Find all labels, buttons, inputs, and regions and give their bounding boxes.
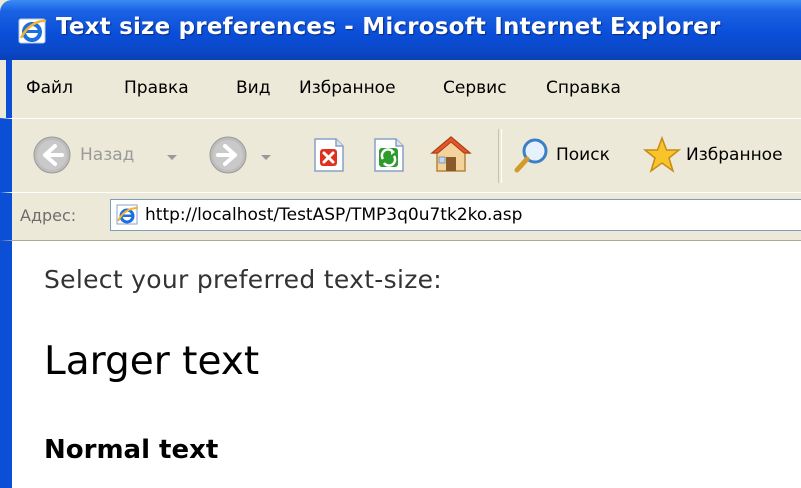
favorites-star-icon — [642, 135, 682, 173]
search-icon — [514, 138, 548, 173]
standard-toolbar: Назад Поиск Избранное — [0, 118, 801, 192]
forward-dropdown-icon[interactable] — [261, 155, 271, 160]
back-dropdown-icon[interactable] — [167, 155, 177, 160]
larger-text-link[interactable]: Larger text — [44, 339, 259, 384]
back-button[interactable]: Назад — [32, 133, 180, 177]
address-label: Адрес: — [20, 206, 77, 225]
menu-edit[interactable]: Правка — [124, 78, 189, 98]
menu-file[interactable]: Файл — [26, 78, 73, 98]
back-label: Назад — [80, 145, 135, 165]
normal-text-link[interactable]: Normal text — [44, 435, 218, 465]
search-button[interactable]: Поиск — [512, 133, 632, 177]
refresh-icon[interactable] — [372, 137, 406, 173]
menu-view[interactable]: Вид — [236, 78, 270, 98]
forward-button[interactable] — [208, 133, 278, 177]
search-label: Поиск — [556, 145, 610, 165]
page-content: Select your preferred text-size: Larger … — [0, 240, 801, 488]
menu-favorites[interactable]: Избранное — [299, 78, 396, 98]
internet-explorer-icon — [18, 18, 47, 44]
menu-tools[interactable]: Сервис — [443, 78, 507, 98]
address-input[interactable]: http://localhost/TestASP/TMP3q0u7tk2ko.a… — [110, 199, 801, 231]
page-icon — [116, 204, 139, 225]
favorites-label: Избранное — [686, 145, 783, 165]
stop-icon[interactable] — [312, 137, 346, 173]
toolbar-separator — [498, 129, 502, 183]
address-url: http://localhost/TestASP/TMP3q0u7tk2ko.a… — [145, 205, 523, 225]
menu-help[interactable]: Справка — [546, 78, 621, 98]
home-icon[interactable] — [430, 133, 472, 175]
favorites-button[interactable]: Избранное — [642, 133, 801, 177]
text-size-prompt: Select your preferred text-size: — [44, 265, 443, 294]
title-bar[interactable]: Text size preferences - Microsoft Intern… — [0, 0, 801, 60]
address-bar: Адрес: http://localhost/TestASP/TMP3q0u7… — [0, 192, 801, 240]
window-title: Text size preferences - Microsoft Intern… — [56, 14, 721, 40]
browser-window: Text size preferences - Microsoft Intern… — [0, 0, 801, 488]
forward-arrow-icon — [209, 136, 247, 174]
menu-bar: Файл Правка Вид Избранное Сервис Справка — [6, 60, 801, 118]
back-arrow-icon — [33, 136, 71, 174]
